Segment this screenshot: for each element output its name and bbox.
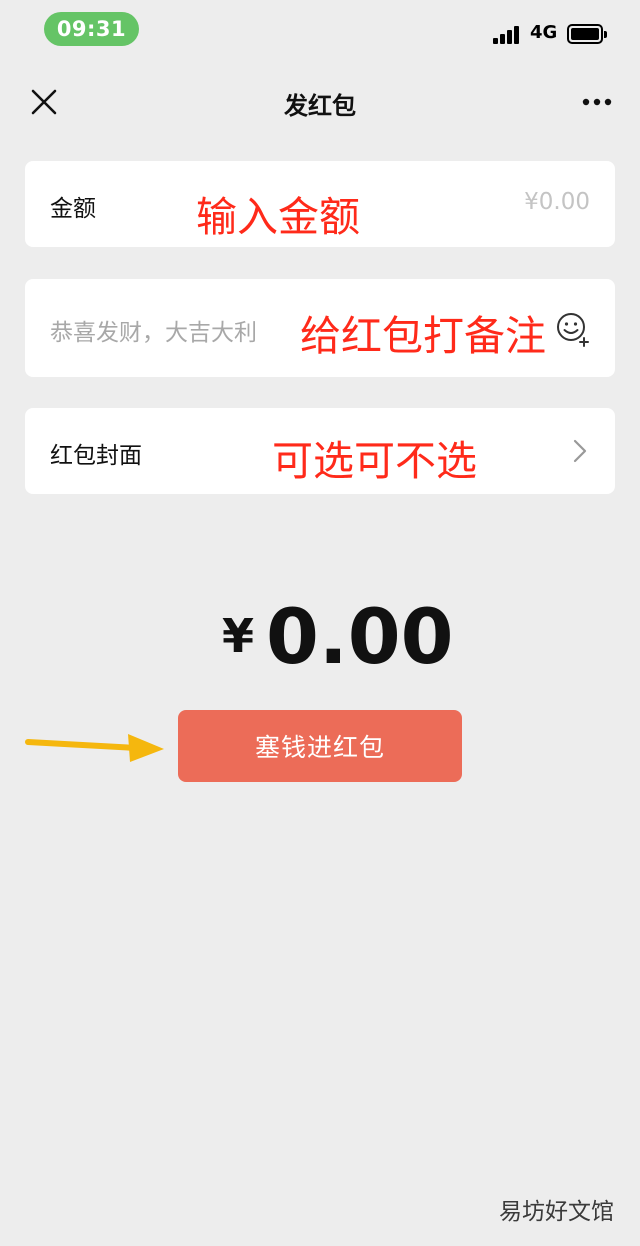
note-input[interactable]: 恭喜发财，大吉大利 <box>50 313 257 347</box>
emoji-icon[interactable] <box>555 311 591 347</box>
network-type: 4G <box>530 22 558 43</box>
status-time: 09:31 <box>44 12 139 46</box>
annotation-note: 给红包打备注 <box>300 312 546 360</box>
more-icon[interactable] <box>582 98 612 106</box>
amount-label: 金额 <box>50 196 96 222</box>
battery-icon <box>567 24 607 44</box>
watermark: 易坊好文馆 <box>499 1199 614 1225</box>
total-currency: ¥ <box>222 609 255 663</box>
cover-label: 红包封面 <box>50 443 142 469</box>
arrow-annotation-icon <box>25 734 164 762</box>
red-packet-screen: 09:31 4G 发红包 金额 ¥0.00 恭喜发财，大吉大利 红包封面 输入金… <box>0 0 640 1246</box>
page-title: 发红包 <box>284 92 356 120</box>
amount-input[interactable]: ¥0.00 <box>524 189 590 215</box>
signal-icon <box>493 26 521 44</box>
chevron-right-icon <box>573 439 587 463</box>
put-money-button[interactable]: 塞钱进红包 <box>178 710 462 782</box>
annotation-cover: 可选可不选 <box>272 437 477 485</box>
annotation-amount: 输入金额 <box>196 193 360 241</box>
total-amount: 0.00 <box>266 592 454 681</box>
